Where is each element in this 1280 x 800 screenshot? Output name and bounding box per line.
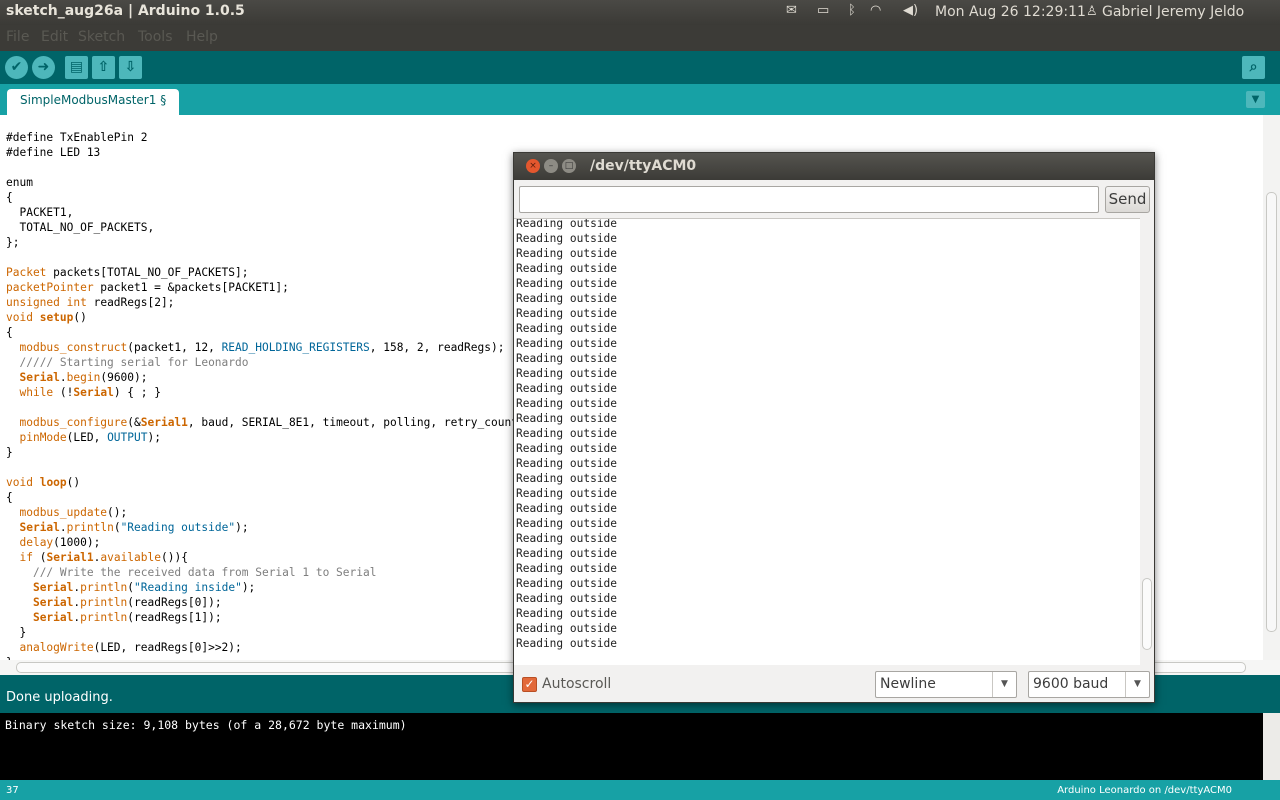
autoscroll-label[interactable]: Autoscroll <box>542 676 611 692</box>
serial-output-line: Reading outside <box>516 247 618 260</box>
status-message: Done uploading. <box>6 690 113 705</box>
serial-output[interactable]: Reading outside Reading outside Reading ou… <box>514 218 1140 665</box>
volume-icon[interactable]: ◀) <box>903 3 918 18</box>
serial-output-line: Reading outside <box>516 292 618 305</box>
console-text: Binary sketch size: 9,108 bytes (of a 28… <box>5 718 407 732</box>
serial-output-scroll-thumb[interactable] <box>1142 578 1152 650</box>
serial-output-line: Reading outside <box>516 427 618 440</box>
user-icon: ♙ <box>1086 4 1098 19</box>
serial-output-line: Reading outside <box>516 307 618 320</box>
serial-output-line: Reading outside <box>516 592 618 605</box>
open-button[interactable]: ⇧ <box>92 56 115 79</box>
line-number: 37 <box>6 785 19 796</box>
battery-icon[interactable]: ▭ <box>817 3 829 18</box>
serial-monitor-footer: ✓ Autoscroll Newline ▼ 9600 baud ▼ <box>514 665 1154 702</box>
serial-output-line: Reading outside <box>516 382 618 395</box>
chevron-down-icon[interactable]: ▼ <box>992 672 1016 697</box>
serial-output-line: Reading outside <box>516 218 618 230</box>
console-output[interactable]: Binary sketch size: 9,108 bytes (of a 28… <box>0 713 1280 780</box>
autoscroll-checkbox[interactable]: ✓ <box>522 677 537 692</box>
tab-menu-button[interactable]: ▼ <box>1246 91 1265 108</box>
serial-output-line: Reading outside <box>516 637 618 650</box>
tab-bar: SimpleModbusMaster1 § ▼ <box>0 84 1280 115</box>
verify-button[interactable]: ✔ <box>5 56 28 79</box>
console-scrollbar[interactable] <box>1263 713 1280 780</box>
serial-output-line: Reading outside <box>516 547 618 560</box>
chevron-down-icon[interactable]: ▼ <box>1125 672 1149 697</box>
line-ending-value: Newline <box>880 676 936 692</box>
serial-output-lines: Reading outside Reading outside Reading ou… <box>516 218 618 651</box>
serial-monitor-window: × – □ /dev/ttyACM0 Send Reading outside R… <box>513 152 1155 703</box>
clock[interactable]: Mon Aug 26 12:29:11 <box>935 4 1086 20</box>
upload-button[interactable]: ➜ <box>32 56 55 79</box>
menu-file[interactable]: File <box>6 29 29 45</box>
serial-output-line: Reading outside <box>516 502 618 515</box>
bottom-status-bar: 37 Arduino Leonardo on /dev/ttyACM0 <box>0 780 1280 800</box>
serial-output-line: Reading outside <box>516 472 618 485</box>
board-port-info: Arduino Leonardo on /dev/ttyACM0 <box>1057 785 1232 796</box>
bluetooth-icon[interactable]: ᛒ <box>848 3 856 18</box>
menu-sketch[interactable]: Sketch <box>78 29 125 45</box>
save-button[interactable]: ⇩ <box>119 56 142 79</box>
maximize-icon[interactable]: □ <box>562 159 576 173</box>
serial-output-line: Reading outside <box>516 487 618 500</box>
tab-simplemodbusmaster1[interactable]: SimpleModbusMaster1 § <box>7 89 179 115</box>
menu-tools[interactable]: Tools <box>138 29 173 45</box>
user-name[interactable]: Gabriel Jeremy Jeldo <box>1102 4 1244 20</box>
serial-output-line: Reading outside <box>516 577 618 590</box>
serial-output-line: Reading outside <box>516 442 618 455</box>
serial-output-line: Reading outside <box>516 232 618 245</box>
menu-edit[interactable]: Edit <box>41 29 68 45</box>
serial-output-line: Reading outside <box>516 322 618 335</box>
serial-output-line: Reading outside <box>516 337 618 350</box>
serial-output-line: Reading outside <box>516 352 618 365</box>
serial-output-line: Reading outside <box>516 397 618 410</box>
baud-rate-value: 9600 baud <box>1033 676 1109 692</box>
editor-vertical-scroll-thumb[interactable] <box>1266 192 1277 632</box>
code-line[interactable]: #define TxEnablePin 2 <box>6 130 821 145</box>
line-ending-select[interactable]: Newline ▼ <box>875 671 1017 698</box>
send-button[interactable]: Send <box>1105 186 1150 213</box>
menubar: File Edit Sketch Tools Help <box>0 25 1280 51</box>
serial-output-scrollbar[interactable] <box>1140 218 1154 665</box>
system-top-panel: sketch_aug26a | Arduino 1.0.5 ✉ ▭ ᛒ ◠ ◀)… <box>0 0 1280 25</box>
editor-vertical-scrollbar[interactable] <box>1263 115 1280 660</box>
mail-icon[interactable]: ✉ <box>786 3 797 18</box>
serial-send-input[interactable] <box>519 186 1099 213</box>
menu-help[interactable]: Help <box>186 29 218 45</box>
serial-output-line: Reading outside <box>516 517 618 530</box>
serial-monitor-titlebar[interactable]: × – □ /dev/ttyACM0 <box>514 153 1154 180</box>
close-icon[interactable]: × <box>526 159 540 173</box>
serial-output-line: Reading outside <box>516 457 618 470</box>
toolbar: ✔ ➜ ▤ ⇧ ⇩ ⌕ <box>0 51 1280 84</box>
window-title: sketch_aug26a | Arduino 1.0.5 <box>6 3 245 19</box>
baud-rate-select[interactable]: 9600 baud ▼ <box>1028 671 1150 698</box>
serial-output-line: Reading outside <box>516 367 618 380</box>
new-button[interactable]: ▤ <box>65 56 88 79</box>
serial-output-line: Reading outside <box>516 562 618 575</box>
serial-monitor-button[interactable]: ⌕ <box>1242 56 1265 79</box>
serial-output-line: Reading outside <box>516 277 618 290</box>
serial-monitor-title: /dev/ttyACM0 <box>590 158 697 174</box>
serial-output-line: Reading outside <box>516 622 618 635</box>
wifi-icon[interactable]: ◠ <box>870 3 881 18</box>
minimize-icon[interactable]: – <box>544 159 558 173</box>
serial-output-line: Reading outside <box>516 532 618 545</box>
serial-output-line: Reading outside <box>516 262 618 275</box>
serial-output-line: Reading outside <box>516 607 618 620</box>
serial-output-line: Reading outside <box>516 412 618 425</box>
